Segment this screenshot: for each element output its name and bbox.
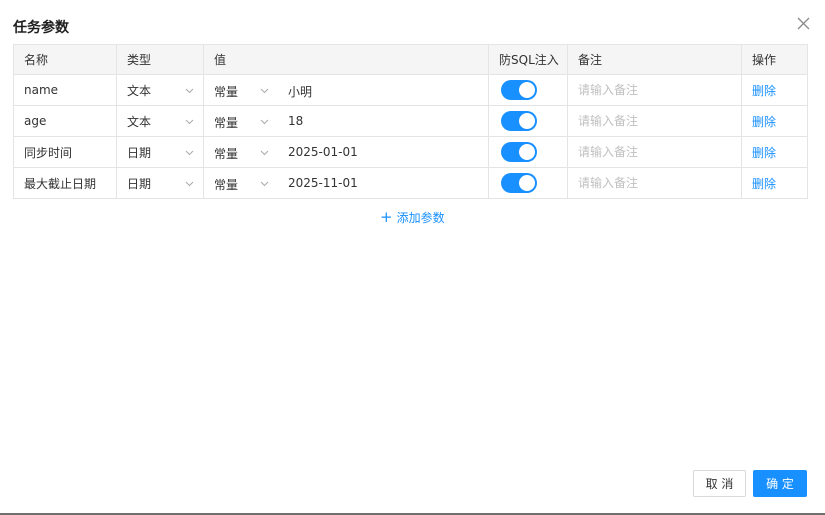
chevron-down-icon — [185, 150, 194, 156]
remark-input[interactable] — [578, 83, 728, 97]
header-action: 操作 — [741, 44, 808, 75]
value-input[interactable]: 2025-11-01 — [288, 176, 358, 190]
chevron-down-icon — [185, 181, 194, 187]
header-remark: 备注 — [567, 44, 742, 75]
delete-link[interactable]: 删除 — [752, 115, 776, 129]
table-row: age 文本 常量 18 请输入备注 删除 — [13, 105, 808, 137]
ok-button[interactable]: 确 定 — [753, 470, 807, 497]
type-select[interactable]: 日期 — [116, 136, 204, 168]
value-cell[interactable]: 常量 2025-01-01 — [203, 136, 489, 168]
chevron-down-icon — [260, 119, 269, 125]
type-select[interactable]: 文本 — [116, 105, 204, 137]
value-type-select[interactable]: 常量 — [214, 145, 238, 162]
sql-protect-toggle[interactable] — [501, 80, 537, 100]
value-input[interactable]: 2025-01-01 — [288, 145, 358, 159]
action-cell: 删除 — [741, 105, 808, 137]
sql-protect-cell — [488, 136, 568, 168]
table-row: 最大截止日期 日期 常量 2025-11-01 请输入备注 删除 — [13, 167, 808, 199]
chevron-down-icon — [260, 181, 269, 187]
delete-link[interactable]: 删除 — [752, 84, 776, 98]
sql-protect-cell — [488, 105, 568, 137]
type-select[interactable]: 文本 — [116, 74, 204, 106]
type-select-value: 日期 — [127, 145, 152, 160]
value-input[interactable]: 18 — [288, 114, 303, 128]
remark-cell[interactable] — [567, 136, 742, 168]
value-type-select[interactable]: 常量 — [214, 176, 238, 193]
remark-cell[interactable] — [567, 105, 742, 137]
type-select-value: 日期 — [127, 176, 152, 191]
remark-cell[interactable] — [567, 74, 742, 106]
sql-protect-toggle[interactable] — [501, 111, 537, 131]
remark-input[interactable] — [578, 176, 728, 190]
header-sql-protect: 防SQL注入 — [488, 44, 568, 75]
chevron-down-icon — [260, 88, 269, 94]
add-param-label: 添加参数 — [396, 211, 445, 225]
cancel-button[interactable]: 取 消 — [693, 470, 746, 497]
type-select-value: 文本 — [127, 83, 152, 98]
task-params-dialog: 任务参数 名称 类型 值 防SQL注入 备注 操作 name 文本 常量 小明 … — [0, 0, 825, 515]
param-name-cell: 最大截止日期 — [13, 167, 117, 199]
chevron-down-icon — [185, 88, 194, 94]
chevron-down-icon — [260, 150, 269, 156]
type-select-value: 文本 — [127, 114, 152, 129]
type-select[interactable]: 日期 — [116, 167, 204, 199]
chevron-down-icon — [185, 119, 194, 125]
remark-input[interactable] — [578, 114, 728, 128]
remark-input[interactable] — [578, 145, 728, 159]
param-name-cell: name — [13, 74, 117, 106]
header-value: 值 — [203, 44, 489, 75]
close-icon[interactable] — [795, 15, 812, 32]
header-type: 类型 — [116, 44, 204, 75]
value-cell[interactable]: 常量 小明 — [203, 74, 489, 106]
delete-link[interactable]: 删除 — [752, 146, 776, 160]
sql-protect-toggle[interactable] — [501, 142, 537, 162]
sql-protect-cell — [488, 167, 568, 199]
delete-link[interactable]: 删除 — [752, 177, 776, 191]
table-header-row: 名称 类型 值 防SQL注入 备注 操作 — [13, 44, 808, 75]
value-input[interactable]: 小明 — [288, 83, 312, 100]
action-cell: 删除 — [741, 167, 808, 199]
param-name-cell: 同步时间 — [13, 136, 117, 168]
table-row: name 文本 常量 小明 请输入备注 删除 — [13, 74, 808, 106]
value-cell[interactable]: 常量 2025-11-01 — [203, 167, 489, 199]
param-name-cell: age — [13, 105, 117, 137]
table-row: 同步时间 日期 常量 2025-01-01 请输入备注 删除 — [13, 136, 808, 168]
value-type-select[interactable]: 常量 — [214, 83, 238, 100]
add-param-button[interactable]: + 添加参数 — [380, 209, 445, 226]
sql-protect-cell — [488, 74, 568, 106]
action-cell: 删除 — [741, 74, 808, 106]
sql-protect-toggle[interactable] — [501, 173, 537, 193]
params-table: 名称 类型 值 防SQL注入 备注 操作 name 文本 常量 小明 请输入备注… — [13, 44, 808, 199]
plus-icon: + — [380, 208, 393, 226]
value-cell[interactable]: 常量 18 — [203, 105, 489, 137]
header-name: 名称 — [13, 44, 117, 75]
dialog-title: 任务参数 — [13, 20, 69, 36]
action-cell: 删除 — [741, 136, 808, 168]
value-type-select[interactable]: 常量 — [214, 114, 238, 131]
remark-cell[interactable] — [567, 167, 742, 199]
